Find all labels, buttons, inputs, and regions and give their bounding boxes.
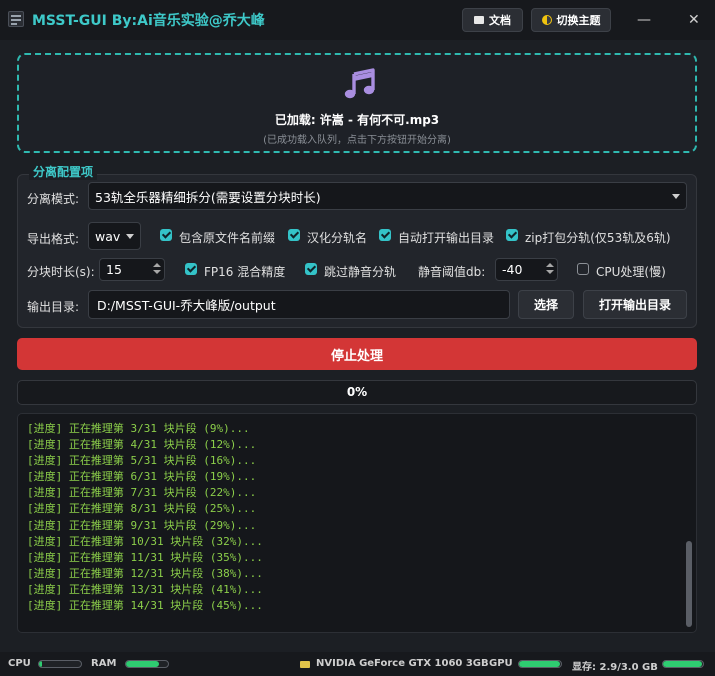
silence-threshold-label: 静音阈值db: (418, 265, 486, 279)
cpu-processing-label: CPU处理(慢) (596, 265, 666, 279)
theme-icon (541, 15, 552, 25)
chevron-down-icon (672, 194, 680, 199)
export-format-value: wav (95, 228, 121, 244)
ram-usage-fill (126, 661, 159, 667)
export-format-select[interactable]: wav (88, 222, 141, 250)
loaded-file-text: 已加载: 许嵩 - 有何不可.mp3 (274, 113, 440, 127)
log-line: [进度] 正在推理第 10/31 块片段 (32%)... (27, 534, 263, 548)
log-lines: [进度] 正在推理第 3/31 块片段 (9%)... [进度] 正在推理第 4/… (27, 421, 263, 614)
output-dir-value: D:/MSST-GUI-乔大峰版/output (97, 298, 276, 313)
open-output-dir-button[interactable]: 打开输出目录 (583, 290, 687, 319)
log-line: [进度] 正在推理第 9/31 块片段 (29%)... (27, 518, 257, 532)
option-zip-checkbox[interactable] (506, 229, 518, 241)
gpu-usage-fill (519, 661, 560, 667)
close-button[interactable]: ✕ (688, 12, 700, 28)
log-line: [进度] 正在推理第 4/31 块片段 (12%)... (27, 438, 257, 452)
output-dir-input[interactable]: D:/MSST-GUI-乔大峰版/output (88, 290, 510, 319)
progress-text: 0% (346, 385, 368, 399)
chunk-length-input[interactable]: 15 (99, 258, 165, 281)
format-label: 导出格式: (27, 232, 80, 246)
cpu-usage-bar (38, 660, 82, 668)
log-line: [进度] 正在推理第 3/31 块片段 (9%)... (27, 422, 250, 435)
skip-silent-label: 跳过静音分轨 (324, 265, 397, 279)
status-bar: CPU RAM NVIDIA GeForce GTX 1060 3GB GPU … (0, 652, 715, 676)
stop-processing-button[interactable]: 停止处理 (17, 338, 697, 370)
gpu-name: NVIDIA GeForce GTX 1060 3GB (316, 658, 489, 669)
spin-arrows-icon[interactable] (546, 262, 554, 278)
toggle-theme-button[interactable]: 切换主题 (531, 8, 611, 32)
select-dir-button[interactable]: 选择 (518, 290, 574, 319)
log-line: [进度] 正在推理第 13/31 块片段 (41%)... (27, 582, 263, 596)
fp16-label: FP16 混合精度 (204, 265, 286, 279)
cpu-label: CPU (8, 658, 31, 669)
option-prefix-checkbox[interactable] (160, 229, 172, 241)
cpu-usage-fill (39, 661, 43, 667)
separation-mode-select[interactable]: 53轨全乐器精细拆分(需要设置分块时长) (88, 182, 687, 210)
vram-text: 显存: 2.9/3.0 GB (572, 662, 658, 673)
progress-bar: 0% (17, 380, 697, 405)
silence-threshold-input[interactable]: -40 (495, 258, 558, 281)
chevron-down-icon (126, 234, 134, 239)
log-line: [进度] 正在推理第 6/31 块片段 (19%)... (27, 470, 257, 484)
vram-usage-bar (662, 660, 704, 668)
chunk-length-value: 15 (106, 262, 122, 277)
ram-label: RAM (91, 658, 117, 669)
log-line: [进度] 正在推理第 12/31 块片段 (38%)... (27, 566, 263, 580)
option-prefix-label: 包含原文件名前缀 (179, 231, 276, 245)
file-drop-zone[interactable]: 已加载: 许嵩 - 有何不可.mp3 (已成功载入队列，点击下方按钮开始分离) (17, 53, 697, 153)
cpu-processing-checkbox[interactable] (577, 263, 589, 275)
option-chinese-names-checkbox[interactable] (288, 229, 300, 241)
docs-button-label: 文档 (489, 14, 511, 27)
log-line: [进度] 正在推理第 11/31 块片段 (35%)... (27, 550, 263, 564)
fp16-checkbox[interactable] (185, 263, 197, 275)
log-scrollbar[interactable] (686, 541, 692, 627)
option-zip-label: zip打包分轨(仅53轨及6轨) (525, 231, 671, 245)
silence-threshold-value: -40 (502, 262, 523, 277)
option-auto-open-label: 自动打开输出目录 (398, 231, 495, 245)
gpu-label: GPU (489, 658, 513, 669)
document-icon (474, 16, 484, 24)
mode-label: 分离模式: (27, 192, 80, 206)
log-line: [进度] 正在推理第 14/31 块片段 (45%)... (27, 599, 263, 613)
separation-mode-value: 53轨全乐器精细拆分(需要设置分块时长) (95, 189, 321, 205)
log-line: [进度] 正在推理第 5/31 块片段 (16%)... (27, 454, 257, 468)
drop-zone-hint: (已成功载入队列，点击下方按钮开始分离) (263, 135, 451, 146)
music-note-icon (344, 68, 375, 99)
title-bar: MSST-GUI By:Ai音乐实验@乔大峰 文档 切换主题 — ✕ (0, 0, 715, 40)
app-title: MSST-GUI By:Ai音乐实验@乔大峰 (32, 13, 265, 29)
gpu-usage-bar (518, 660, 562, 668)
spin-arrows-icon[interactable] (153, 262, 161, 278)
docs-button[interactable]: 文档 (462, 8, 523, 32)
log-line: [进度] 正在推理第 8/31 块片段 (25%)... (27, 502, 257, 516)
log-output[interactable]: [进度] 正在推理第 3/31 块片段 (9%)... [进度] 正在推理第 4/… (17, 413, 697, 633)
minimize-button[interactable]: — (637, 12, 651, 28)
gpu-card-icon (300, 661, 310, 668)
theme-button-label: 切换主题 (556, 14, 601, 27)
config-group-title: 分离配置项 (29, 163, 98, 180)
option-chinese-names-label: 汉化分轨名 (307, 231, 368, 245)
skip-silent-checkbox[interactable] (305, 263, 317, 275)
log-line: [进度] 正在推理第 7/31 块片段 (22%)... (27, 486, 257, 500)
vram-usage-fill (663, 661, 702, 667)
chunk-length-label: 分块时长(s): (27, 265, 95, 279)
ram-usage-bar (125, 660, 169, 668)
app-logo-icon (8, 11, 24, 27)
output-dir-label: 输出目录: (27, 300, 80, 314)
option-auto-open-checkbox[interactable] (379, 229, 391, 241)
